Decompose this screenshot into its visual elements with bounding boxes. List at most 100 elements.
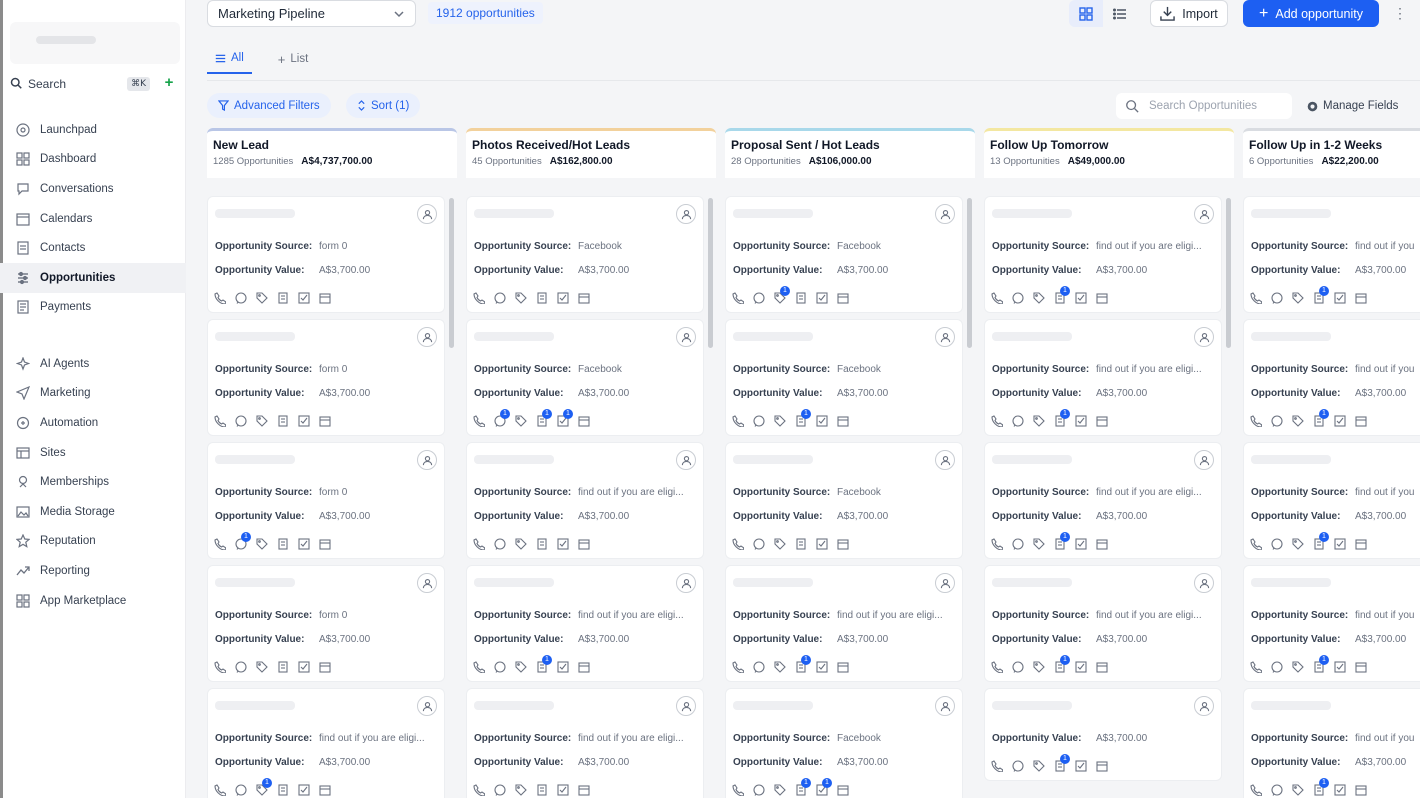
- task-icon[interactable]: [1075, 760, 1087, 772]
- tag-icon[interactable]: [774, 784, 786, 796]
- tab-all[interactable]: All: [207, 44, 252, 74]
- sidebar-item-automation[interactable]: Automation: [0, 408, 186, 438]
- phone-icon[interactable]: [991, 760, 1003, 772]
- phone-icon[interactable]: [732, 784, 744, 796]
- opportunity-card[interactable]: Opportunity Source: find out if you Opport…: [1243, 196, 1420, 313]
- phone-icon[interactable]: [732, 661, 744, 673]
- assign-user-icon[interactable]: [417, 450, 437, 470]
- appointment-icon[interactable]: [578, 661, 590, 673]
- tag-icon[interactable]: [1292, 784, 1304, 796]
- phone-icon[interactable]: [1250, 292, 1262, 304]
- tag-icon[interactable]: [1033, 760, 1045, 772]
- task-icon[interactable]: [298, 538, 310, 550]
- task-icon[interactable]: [1075, 292, 1087, 304]
- assign-user-icon[interactable]: [935, 696, 955, 716]
- sidebar-item-calendars[interactable]: Calendars: [0, 204, 186, 234]
- appointment-icon[interactable]: [837, 415, 849, 427]
- appointment-icon[interactable]: [578, 415, 590, 427]
- assign-user-icon[interactable]: [676, 573, 696, 593]
- phone-icon[interactable]: [473, 661, 485, 673]
- appointment-icon[interactable]: [1355, 784, 1367, 796]
- phone-icon[interactable]: [1250, 661, 1262, 673]
- phone-icon[interactable]: [1250, 784, 1262, 796]
- sidebar-item-contacts[interactable]: Contacts: [0, 233, 186, 263]
- phone-icon[interactable]: [991, 661, 1003, 673]
- message-icon[interactable]: [235, 661, 247, 673]
- appointment-icon[interactable]: [1355, 292, 1367, 304]
- manage-fields-button[interactable]: Manage Fields: [1307, 93, 1398, 119]
- message-icon[interactable]: 1: [235, 532, 251, 550]
- sidebar-item-sites[interactable]: Sites: [0, 438, 186, 468]
- tag-icon[interactable]: [1292, 538, 1304, 550]
- tag-icon[interactable]: 1: [256, 778, 272, 796]
- column-scrollbar[interactable]: [449, 198, 454, 348]
- assign-user-icon[interactable]: [1194, 327, 1214, 347]
- note-icon[interactable]: [277, 415, 289, 427]
- note-icon[interactable]: 1: [1054, 286, 1070, 304]
- tag-icon[interactable]: [1292, 292, 1304, 304]
- message-icon[interactable]: [753, 661, 765, 673]
- note-icon[interactable]: [277, 538, 289, 550]
- appointment-icon[interactable]: [1355, 538, 1367, 550]
- phone-icon[interactable]: [1250, 415, 1262, 427]
- appointment-icon[interactable]: [837, 538, 849, 550]
- assign-user-icon[interactable]: [1194, 696, 1214, 716]
- appointment-icon[interactable]: [1355, 415, 1367, 427]
- opportunity-card[interactable]: Opportunity Source: find out if you are e…: [207, 688, 445, 798]
- appointment-icon[interactable]: [319, 661, 331, 673]
- assign-user-icon[interactable]: [417, 696, 437, 716]
- phone-icon[interactable]: [732, 538, 744, 550]
- opportunity-card[interactable]: Opportunity Source: find out if you are e…: [984, 442, 1222, 559]
- task-icon[interactable]: [557, 784, 569, 796]
- task-icon[interactable]: [1334, 661, 1346, 673]
- message-icon[interactable]: [235, 415, 247, 427]
- note-icon[interactable]: [795, 292, 807, 304]
- opportunity-card[interactable]: Opportunity Source: find out if you Opport…: [1243, 442, 1420, 559]
- appointment-icon[interactable]: [837, 661, 849, 673]
- note-icon[interactable]: [536, 292, 548, 304]
- board-view-button[interactable]: [1069, 0, 1103, 27]
- task-icon[interactable]: [1075, 661, 1087, 673]
- task-icon[interactable]: [298, 415, 310, 427]
- note-icon[interactable]: 1: [536, 409, 552, 427]
- tag-icon[interactable]: [1033, 661, 1045, 673]
- phone-icon[interactable]: [732, 292, 744, 304]
- opportunity-card[interactable]: Opportunity Source: find out if you Opport…: [1243, 565, 1420, 682]
- sidebar-item-memberships[interactable]: Memberships: [0, 467, 186, 497]
- tag-icon[interactable]: [774, 661, 786, 673]
- appointment-icon[interactable]: [319, 538, 331, 550]
- phone-icon[interactable]: [214, 415, 226, 427]
- assign-user-icon[interactable]: [1194, 204, 1214, 224]
- assign-user-icon[interactable]: [676, 450, 696, 470]
- pipeline-select[interactable]: Marketing Pipeline: [207, 0, 416, 27]
- task-icon[interactable]: [298, 784, 310, 796]
- message-icon[interactable]: [1271, 415, 1283, 427]
- task-icon[interactable]: 1: [816, 778, 832, 796]
- opportunity-card[interactable]: Opportunity Source: Facebook Opportunity V…: [725, 196, 963, 313]
- phone-icon[interactable]: [473, 415, 485, 427]
- opportunity-card[interactable]: Opportunity Source: Facebook Opportunity V…: [725, 442, 963, 559]
- appointment-icon[interactable]: [837, 292, 849, 304]
- note-icon[interactable]: 1: [795, 778, 811, 796]
- assign-user-icon[interactable]: [417, 573, 437, 593]
- add-opportunity-button[interactable]: + Add opportunity: [1243, 0, 1379, 27]
- task-icon[interactable]: [816, 661, 828, 673]
- column-scrollbar[interactable]: [967, 198, 972, 348]
- note-icon[interactable]: [277, 661, 289, 673]
- task-icon[interactable]: [1334, 292, 1346, 304]
- appointment-icon[interactable]: [1096, 661, 1108, 673]
- column-scrollbar[interactable]: [708, 198, 713, 348]
- task-icon[interactable]: [1334, 538, 1346, 550]
- message-icon[interactable]: [494, 538, 506, 550]
- note-icon[interactable]: 1: [1313, 655, 1329, 673]
- opportunity-card[interactable]: Opportunity Source: find out if you are e…: [725, 565, 963, 682]
- note-icon[interactable]: [536, 538, 548, 550]
- task-icon[interactable]: [1075, 538, 1087, 550]
- opportunity-card[interactable]: Opportunity Source: find out if you are e…: [466, 565, 704, 682]
- assign-user-icon[interactable]: [935, 204, 955, 224]
- message-icon[interactable]: [235, 784, 247, 796]
- message-icon[interactable]: [1271, 292, 1283, 304]
- appointment-icon[interactable]: [578, 784, 590, 796]
- task-icon[interactable]: [1334, 784, 1346, 796]
- note-icon[interactable]: 1: [1313, 778, 1329, 796]
